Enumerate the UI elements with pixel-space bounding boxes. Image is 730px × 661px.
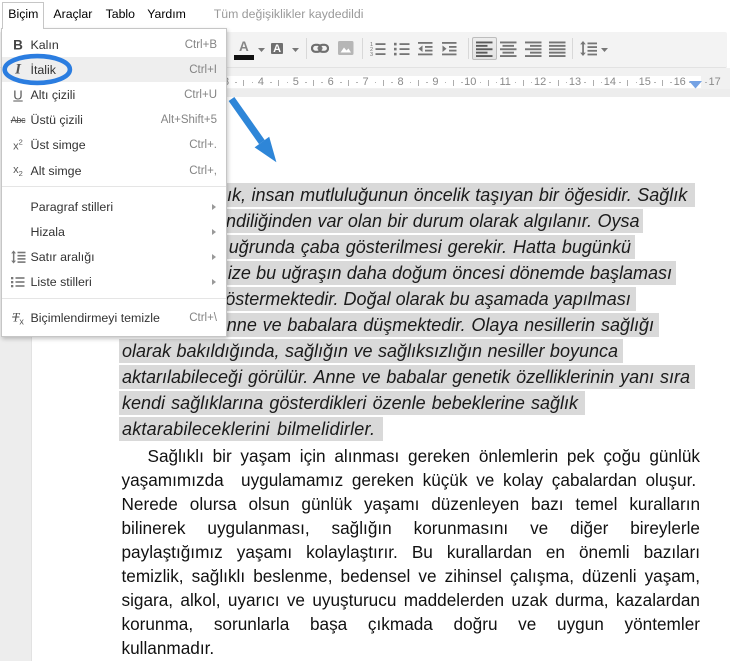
svg-text:3: 3 xyxy=(370,51,373,55)
